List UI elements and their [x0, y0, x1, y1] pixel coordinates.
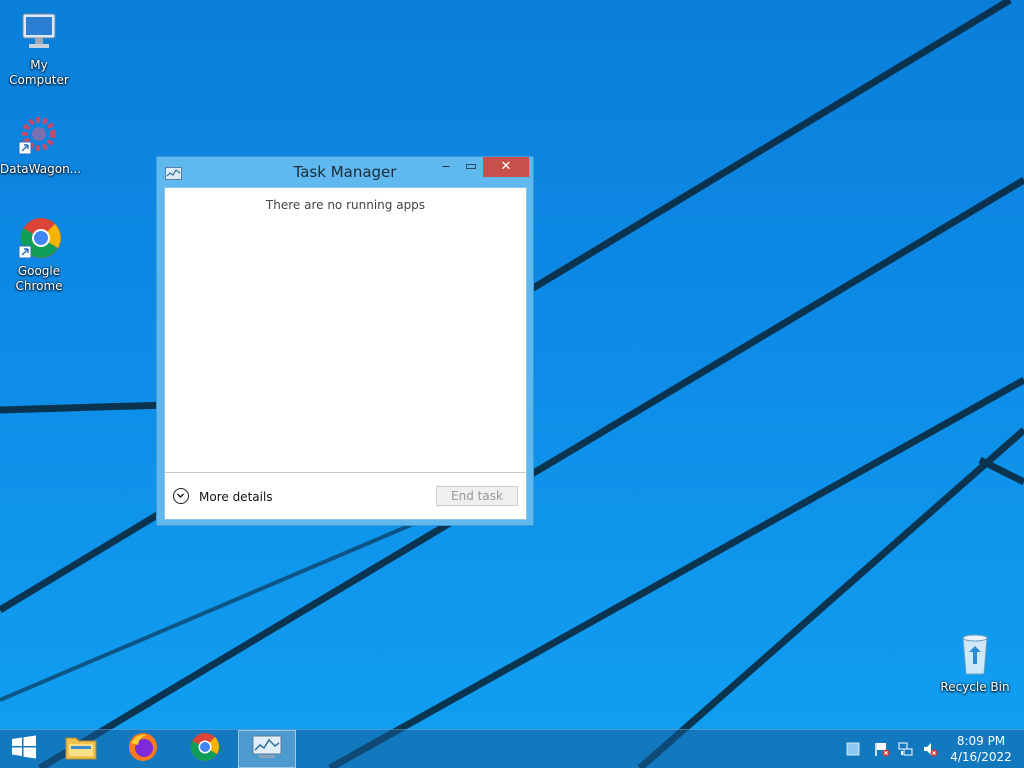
- folder-icon: [65, 733, 97, 765]
- minimize-button[interactable]: ‒: [433, 157, 459, 177]
- chrome-icon: [15, 214, 63, 262]
- taskbar-task-manager[interactable]: [238, 730, 296, 768]
- desktop-icon-my-computer[interactable]: My Computer: [0, 8, 78, 88]
- empty-state-message: There are no running apps: [265, 198, 426, 212]
- firefox-icon: [127, 731, 159, 767]
- chrome-icon: [190, 732, 220, 766]
- taskbar-firefox[interactable]: [114, 730, 172, 768]
- action-center-icon[interactable]: [846, 741, 862, 757]
- datawagon-icon: [15, 112, 63, 160]
- desktop-icon-label: My Computer: [9, 58, 69, 87]
- taskbar-file-explorer[interactable]: [52, 730, 110, 768]
- desktop: My Computer DataWagon... Google Chrome R…: [0, 0, 1024, 768]
- maximize-button[interactable]: ▭: [459, 157, 483, 177]
- more-details-label: More details: [199, 490, 273, 504]
- desktop-icon-datawagon[interactable]: DataWagon...: [0, 112, 82, 177]
- task-manager-icon: [251, 734, 283, 764]
- desktop-icon-recycle-bin[interactable]: Recycle Bin: [936, 630, 1014, 695]
- recycle-bin-icon: [951, 630, 999, 678]
- chevron-down-icon: [173, 488, 189, 504]
- desktop-icon-label: DataWagon...: [0, 162, 82, 176]
- desktop-icon-label: Recycle Bin: [940, 680, 1010, 694]
- desktop-icon-google-chrome[interactable]: Google Chrome: [0, 214, 78, 294]
- network-icon[interactable]: [898, 741, 914, 757]
- volume-muted-icon[interactable]: [922, 741, 938, 757]
- footer-divider: [165, 472, 526, 473]
- more-details-button[interactable]: More details: [173, 487, 273, 507]
- window-content: There are no running apps More details E…: [164, 187, 527, 520]
- windows-logo-icon: [11, 735, 37, 763]
- start-button[interactable]: [0, 730, 48, 768]
- task-manager-window: Task Manager ‒ ▭ ✕ There are no running …: [156, 156, 534, 526]
- system-clock[interactable]: 8:09 PM 4/16/2022: [946, 733, 1016, 765]
- clock-date: 4/16/2022: [950, 750, 1012, 764]
- computer-icon: [15, 8, 63, 56]
- desktop-icon-label: Google Chrome: [15, 264, 63, 293]
- end-task-button[interactable]: End task: [436, 486, 518, 506]
- taskbar: 8:09 PM 4/16/2022: [0, 729, 1024, 768]
- window-titlebar[interactable]: Task Manager ‒ ▭ ✕: [157, 157, 533, 187]
- clock-time: 8:09 PM: [956, 734, 1006, 748]
- taskbar-chrome[interactable]: [176, 730, 234, 768]
- flag-icon[interactable]: [874, 741, 890, 757]
- close-button[interactable]: ✕: [483, 157, 529, 177]
